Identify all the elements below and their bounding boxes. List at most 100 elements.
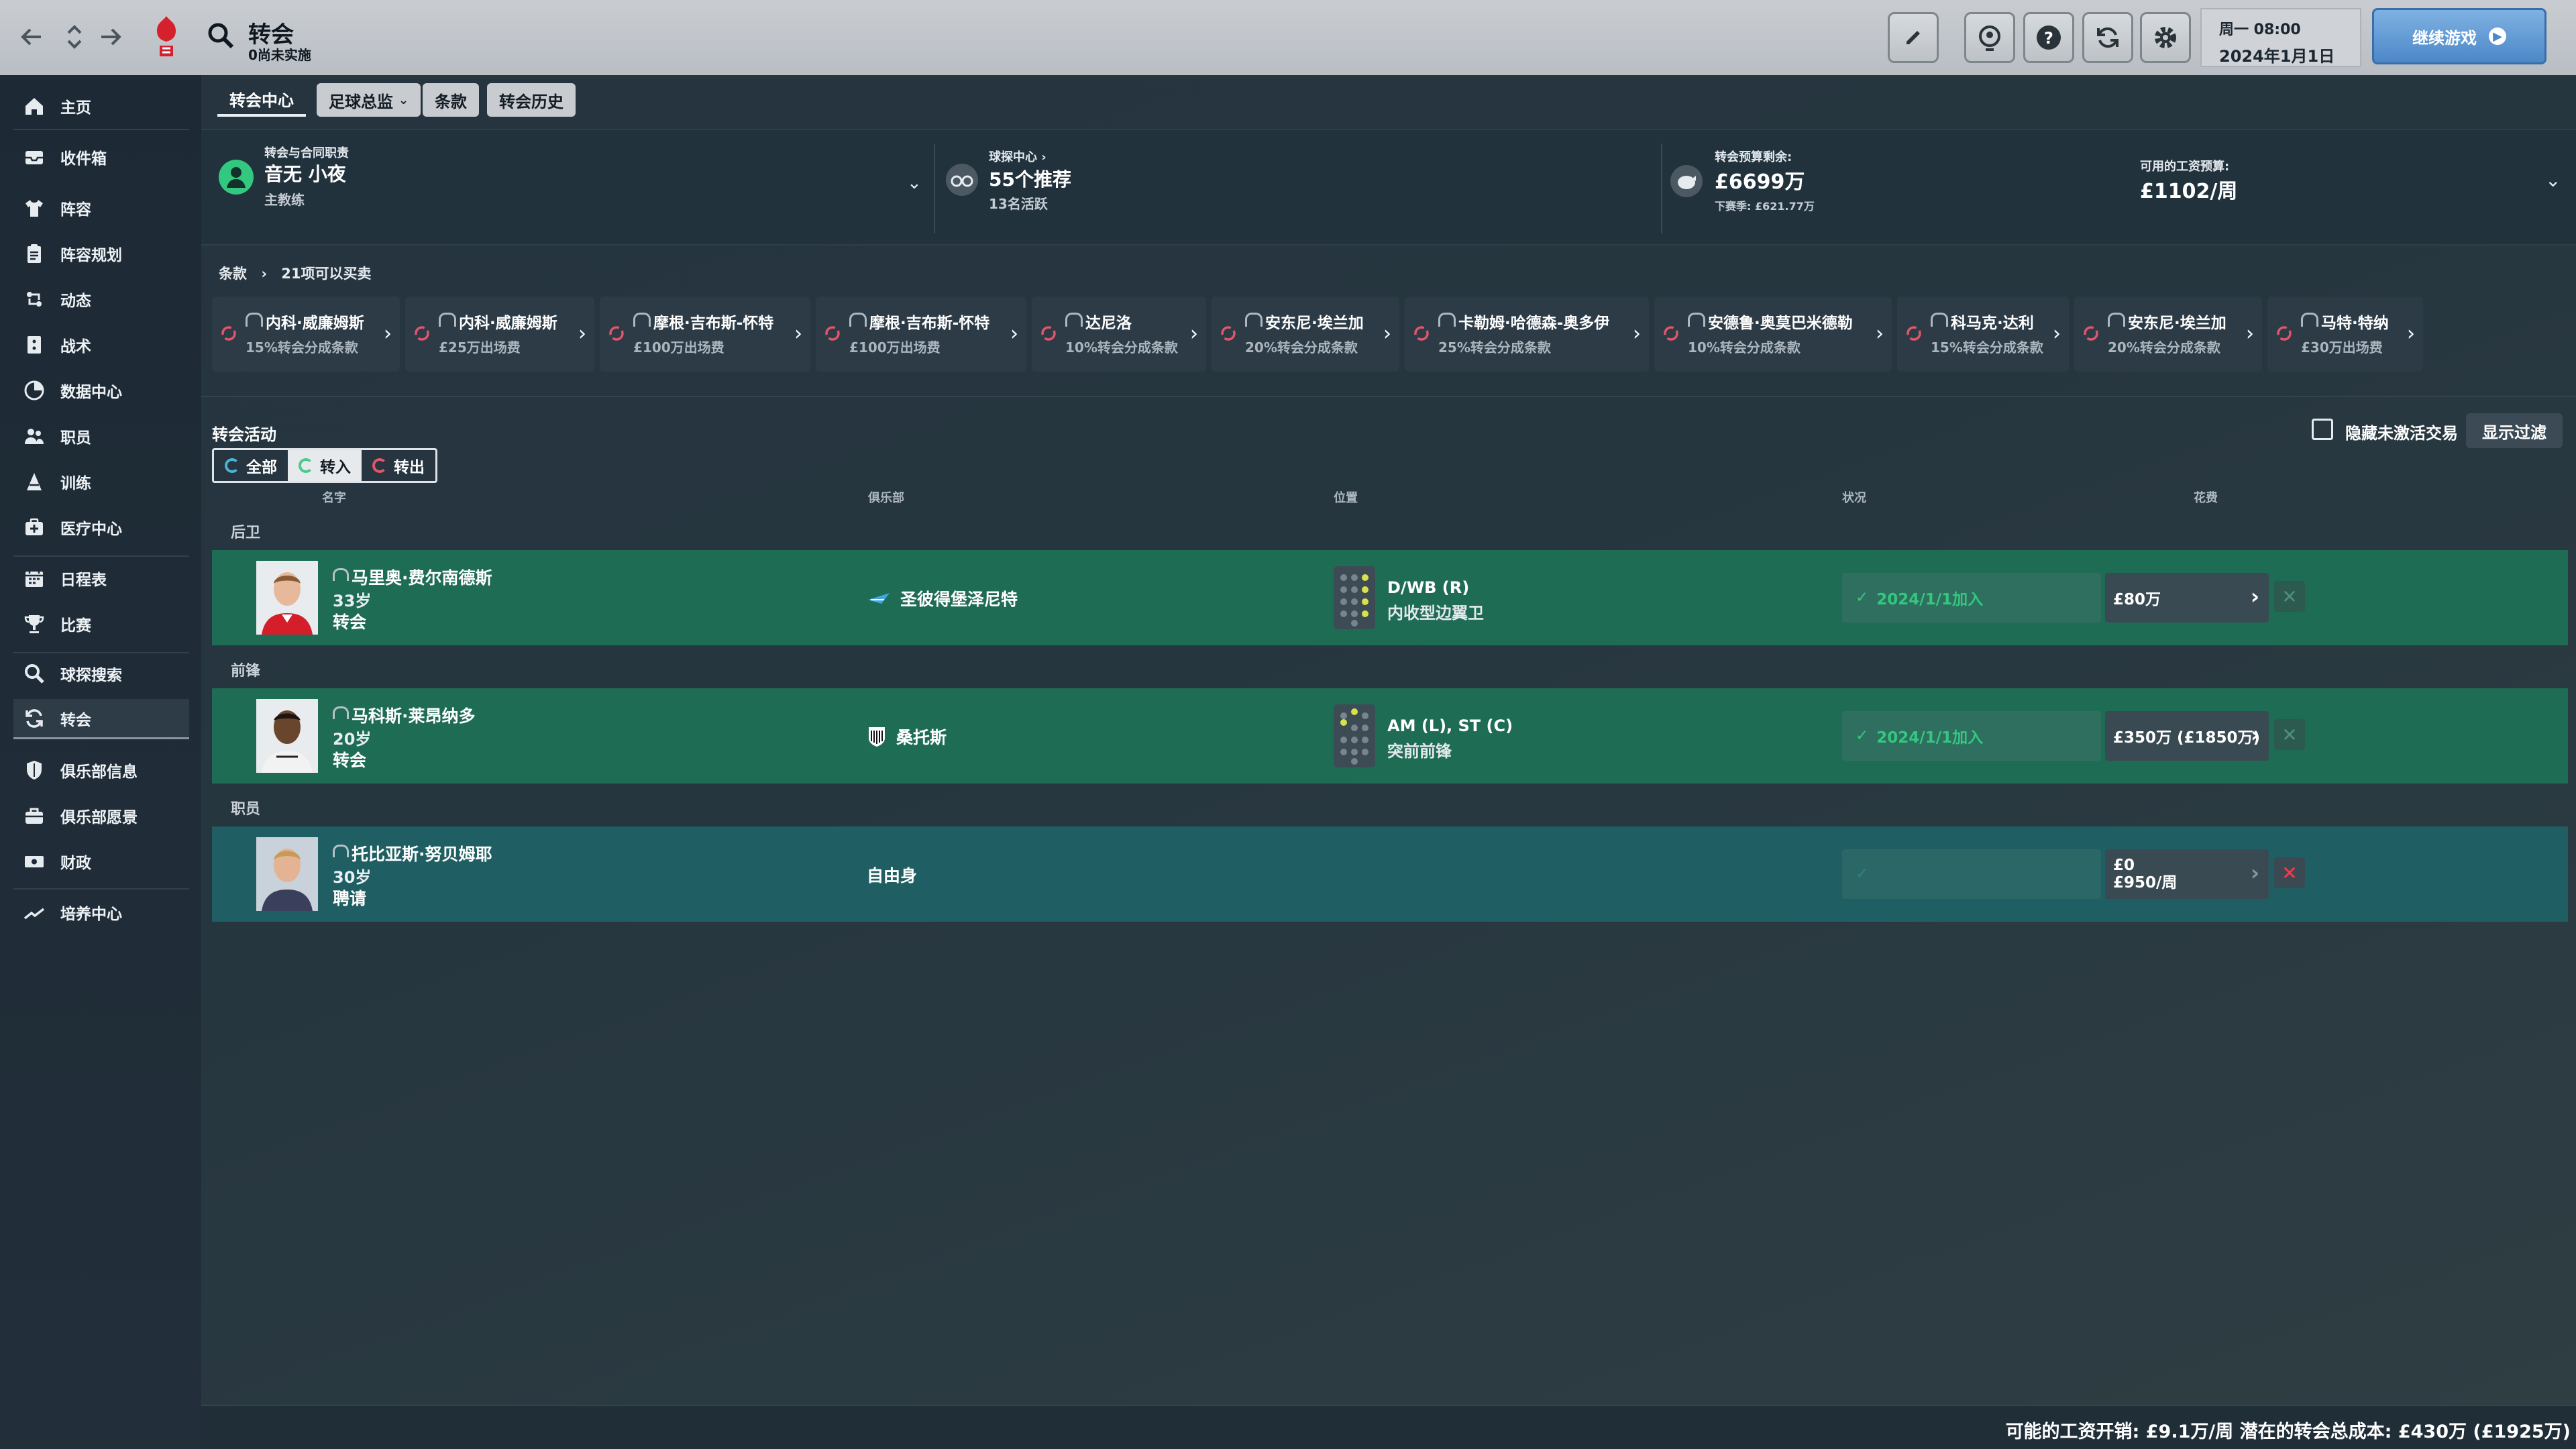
help-button[interactable]: ? xyxy=(2023,12,2074,63)
scout-recommendations[interactable]: 55个推荐 xyxy=(989,165,1071,192)
filter-incoming[interactable]: 转入 xyxy=(288,450,362,481)
player-name[interactable]: 马科斯·莱昂纳多 xyxy=(333,703,476,727)
table-row[interactable]: 马科斯·莱昂纳多 20岁 转会 桑托斯 AM (L), ST (C) 突前前锋 … xyxy=(212,688,2568,784)
sidebar-item-medical[interactable]: 医疗中心 xyxy=(13,507,189,547)
sidebar-item-development[interactable]: 培养中心 xyxy=(13,892,189,932)
transfer-budget-value: £6699万 xyxy=(1715,170,1805,194)
filter-all[interactable]: 全部 xyxy=(214,450,288,481)
clause-player: 马特·特纳 xyxy=(2301,310,2423,333)
column-header-name[interactable]: 名字 xyxy=(322,488,346,506)
clause-card[interactable]: 达尼洛 10%转会分成条款 › xyxy=(1032,297,1206,372)
deal-type: 转会 xyxy=(333,612,367,632)
club-cell[interactable]: 桑托斯 xyxy=(867,724,947,749)
clause-card[interactable]: 内科·威廉姆斯 15%转会分成条款 › xyxy=(212,297,400,372)
sidebar-item-schedule[interactable]: 日程表 xyxy=(13,558,189,598)
search-icon[interactable] xyxy=(205,20,239,54)
chevron-down-icon[interactable]: ⌄ xyxy=(2545,169,2561,191)
staff-name[interactable]: 托比亚斯·努贝姆耶 xyxy=(333,841,492,865)
deal-status[interactable]: ✓ xyxy=(1842,849,2101,899)
clause-card[interactable]: 卡勒姆·哈德森-奥多伊 25%转会分成条款 › xyxy=(1405,297,1649,372)
tab-transfer-centre[interactable]: 转会中心 xyxy=(217,83,306,117)
clause-card[interactable]: 安德鲁·奥莫巴米德勒 10%转会分成条款 › xyxy=(1654,297,1892,372)
staff-icon xyxy=(25,429,44,444)
chevron-right-icon: › xyxy=(2246,322,2254,345)
column-header-fee[interactable]: 花费 xyxy=(2194,488,2218,506)
cancel-deal-button[interactable]: ✕ xyxy=(2274,719,2305,750)
refresh-icon xyxy=(2097,27,2118,48)
tab-clauses[interactable]: 条款 xyxy=(423,83,479,117)
deal-status[interactable]: ✓ 2024/1/1加入 xyxy=(1842,573,2101,623)
fee-cell[interactable]: £350万 (£1850万) › xyxy=(2105,711,2269,761)
fee-cell[interactable]: £0 £950/周 › xyxy=(2105,849,2269,899)
column-header-club[interactable]: 俱乐部 xyxy=(868,488,904,506)
clause-card[interactable]: 摩根·吉布斯-怀特 £100万出场费 › xyxy=(600,297,810,372)
deal-type: 转会 xyxy=(333,751,367,770)
sidebar-item-home[interactable]: 主页 xyxy=(13,86,189,126)
show-filter-button[interactable]: 显示过滤 xyxy=(2466,413,2563,448)
tab-transfer-history[interactable]: 转会历史 xyxy=(487,83,576,117)
hide-inactive-checkbox[interactable] xyxy=(2312,419,2333,440)
forward-arrow-icon[interactable] xyxy=(94,20,127,54)
column-header-position[interactable]: 位置 xyxy=(1334,488,1358,506)
status-text: 2024/1/1加入 xyxy=(1876,729,1984,747)
responsible-person[interactable]: 音无 小夜 xyxy=(264,160,346,186)
clause-card[interactable]: 内科·威廉姆斯 £25万出场费 › xyxy=(405,297,594,372)
position-role: 突前前锋 xyxy=(1387,742,1452,761)
sidebar-item-data-hub[interactable]: 数据中心 xyxy=(13,370,189,411)
cancel-deal-button[interactable]: ✕ xyxy=(2274,581,2305,612)
sidebar-item-label: 数据中心 xyxy=(60,384,122,401)
club-cell[interactable]: 圣彼得堡泽尼特 xyxy=(867,586,1018,610)
sidebar-item-staff[interactable]: 职员 xyxy=(13,416,189,456)
player-name[interactable]: 马里奥·费尔南德斯 xyxy=(333,565,492,589)
clause-card[interactable]: 马特·特纳 £30万出场费 › xyxy=(2267,297,2423,372)
table-row[interactable]: 托比亚斯·努贝姆耶 30岁 聘请 自由身 ✓ £0 £950/周 › ✕ xyxy=(212,826,2568,922)
sidebar-item-squad[interactable]: 阵容 xyxy=(13,188,189,228)
scouting-centre-link[interactable]: 球探中心 › xyxy=(989,148,1046,165)
tab-director-of-football[interactable]: 足球总监 ⌄ xyxy=(317,83,421,117)
up-down-icon[interactable] xyxy=(58,20,91,54)
sidebar-item-club-vision[interactable]: 俱乐部愿景 xyxy=(13,796,189,836)
sidebar-item-squad-planner[interactable]: 阵容规划 xyxy=(13,233,189,274)
sidebar-item-scouting[interactable]: 球探搜索 xyxy=(13,653,189,694)
community-button[interactable] xyxy=(1964,12,2015,63)
inbox-icon xyxy=(25,151,43,164)
sidebar-item-finances[interactable]: 财政 xyxy=(13,841,189,881)
clause-player: 内科·威廉姆斯 xyxy=(439,310,594,333)
club-name: 自由身 xyxy=(867,866,918,885)
club-crest-icon[interactable] xyxy=(150,13,182,60)
back-arrow-icon[interactable] xyxy=(15,20,48,54)
hide-inactive-label[interactable]: 隐藏未激活交易 xyxy=(2345,420,2458,443)
sidebar-item-transfers[interactable]: 转会 xyxy=(13,699,189,739)
transfer-icon xyxy=(1041,326,1056,341)
breadcrumb-root[interactable]: 条款 xyxy=(219,266,247,282)
chevron-down-icon[interactable]: ⌄ xyxy=(907,173,922,193)
sidebar-item-training[interactable]: 训练 xyxy=(13,462,189,502)
clause-desc: 20%转会分成条款 xyxy=(1245,339,1358,356)
settings-button[interactable] xyxy=(2140,12,2191,63)
transfer-icon xyxy=(1907,326,1921,341)
cancel-deal-button[interactable]: ✕ xyxy=(2274,857,2305,888)
sidebar-item-club-info[interactable]: 俱乐部信息 xyxy=(13,750,189,790)
sidebar-item-dynamics[interactable]: 动态 xyxy=(13,279,189,319)
filter-outgoing[interactable]: 转出 xyxy=(362,450,435,481)
deal-status[interactable]: ✓ 2024/1/1加入 xyxy=(1842,711,2101,761)
transfer-icon xyxy=(1664,326,1678,341)
continue-button[interactable]: 继续游戏 ▶ xyxy=(2372,8,2546,64)
table-row[interactable]: 马里奥·费尔南德斯 33岁 转会 圣彼得堡泽尼特 D/WB (R) 内收型边翼卫… xyxy=(212,550,2568,645)
clause-player: 科马克·达利 xyxy=(1931,310,2069,333)
fee-cell[interactable]: £80万 › xyxy=(2105,573,2269,623)
clause-card[interactable]: 安东尼·埃兰加 20%转会分成条款 › xyxy=(1212,297,1399,372)
refresh-button[interactable] xyxy=(2082,12,2133,63)
game-date[interactable]: 周一 08:00 2024年1月1日 xyxy=(2200,8,2361,67)
column-header-status[interactable]: 状况 xyxy=(1842,488,1866,506)
clause-card[interactable]: 摩根·吉布斯-怀特 £100万出场费 › xyxy=(816,297,1026,372)
sidebar-item-competitions[interactable]: 比赛 xyxy=(13,604,189,644)
sidebar-item-tactics[interactable]: 战术 xyxy=(13,325,189,365)
clause-card[interactable]: 安东尼·埃兰加 20%转会分成条款 › xyxy=(2074,297,2262,372)
piggy-bank-icon xyxy=(1670,165,1703,197)
sidebar-item-inbox[interactable]: 收件箱 xyxy=(13,137,189,177)
clause-desc: 10%转会分成条款 xyxy=(1688,339,1801,356)
position-code: D/WB (R) xyxy=(1387,578,1470,597)
edit-button[interactable] xyxy=(1888,12,1939,63)
clause-card[interactable]: 科马克·达利 15%转会分成条款 › xyxy=(1897,297,2069,372)
